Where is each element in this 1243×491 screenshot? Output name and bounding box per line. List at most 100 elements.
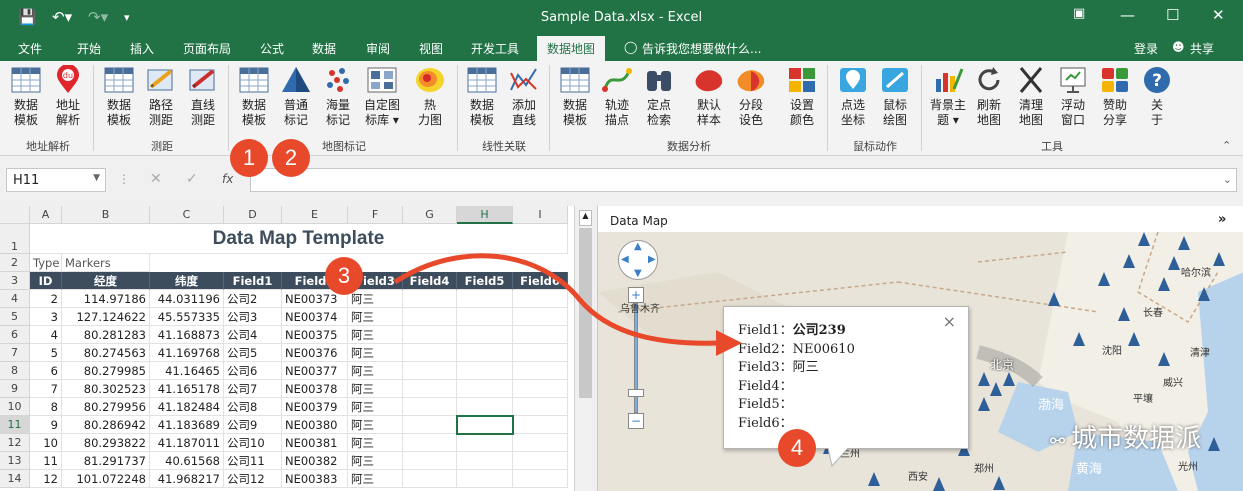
col-header[interactable]: C	[150, 206, 224, 224]
enter-icon[interactable]: ✓	[186, 171, 198, 187]
address-parse-button[interactable]: du 地址 解析	[48, 65, 88, 128]
pan-down-icon[interactable]: ▼	[634, 268, 642, 279]
table-cell[interactable]: 41.182484	[150, 398, 224, 416]
pan-right-icon[interactable]: ▶	[648, 254, 656, 265]
table-header-cell[interactable]: Field4	[403, 272, 457, 290]
map-marker[interactable]	[933, 477, 945, 491]
chevron-down-icon[interactable]: ▼	[93, 173, 100, 183]
table-cell[interactable]	[457, 434, 513, 452]
default-sample-button[interactable]: 默认 样本	[689, 65, 729, 128]
table-cell[interactable]	[513, 290, 568, 308]
table-cell[interactable]: NE00381	[282, 434, 348, 452]
tab-file[interactable]: 文件	[18, 40, 42, 57]
table-cell[interactable]	[403, 416, 457, 434]
tab-data-map[interactable]: 数据地图	[537, 36, 606, 61]
table-cell[interactable]: 11	[30, 452, 62, 470]
table-cell[interactable]	[513, 470, 568, 488]
pan-left-icon[interactable]: ◀	[621, 254, 629, 265]
table-cell[interactable]: 80.274563	[62, 344, 150, 362]
table-cell[interactable]: 9	[30, 416, 62, 434]
tab-insert[interactable]: 插入	[130, 40, 154, 57]
table-cell[interactable]: 81.291737	[62, 452, 150, 470]
table-cell[interactable]	[403, 434, 457, 452]
table-cell[interactable]: 3	[30, 308, 62, 326]
template-title[interactable]: Data Map Template	[30, 224, 568, 254]
ribbon-display-icon[interactable]: ▣	[1073, 6, 1085, 21]
type-label-cell[interactable]: Type	[30, 254, 62, 272]
analysis-data-template-button[interactable]: 数据 模板	[555, 65, 595, 128]
line-data-template-button[interactable]: 数据 模板	[462, 65, 502, 128]
table-cell[interactable]	[513, 326, 568, 344]
table-cell[interactable]	[513, 398, 568, 416]
table-cell[interactable]: 41.16465	[150, 362, 224, 380]
table-cell[interactable]: NE00380	[282, 416, 348, 434]
table-cell[interactable]: 80.302523	[62, 380, 150, 398]
custom-icon-library-button[interactable]: 自定图 标库 ▾	[360, 65, 404, 128]
table-cell[interactable]: 阿三	[348, 290, 403, 308]
clear-map-button[interactable]: 清理 地图	[1011, 65, 1051, 128]
line-measure-button[interactable]: 直线 测距	[183, 65, 223, 128]
table-cell[interactable]: NE00376	[282, 344, 348, 362]
row-header[interactable]: 7	[0, 344, 30, 362]
zoom-out-button[interactable]: −	[628, 413, 644, 429]
table-header-cell[interactable]: 经度	[62, 272, 150, 290]
row-header[interactable]: 6	[0, 326, 30, 344]
map-marker[interactable]	[1098, 272, 1110, 286]
scroll-up-icon[interactable]: ▲	[579, 210, 592, 226]
table-cell[interactable]: 公司6	[224, 362, 282, 380]
table-cell[interactable]: 阿三	[348, 416, 403, 434]
popup-close-icon[interactable]: ×	[943, 312, 956, 332]
table-header-cell[interactable]: 纬度	[150, 272, 224, 290]
table-cell[interactable]: 阿三	[348, 434, 403, 452]
share-button[interactable]: 共享	[1190, 40, 1214, 57]
map-marker[interactable]	[1128, 332, 1140, 346]
map-marker[interactable]	[1118, 307, 1130, 321]
table-cell[interactable]	[457, 290, 513, 308]
row-header[interactable]: 8	[0, 362, 30, 380]
minimize-button[interactable]: —	[1120, 6, 1135, 24]
float-window-button[interactable]: 浮动 窗口	[1053, 65, 1093, 128]
table-cell[interactable]	[403, 452, 457, 470]
col-header[interactable]: A	[30, 206, 62, 224]
table-cell[interactable]: 80.286942	[62, 416, 150, 434]
table-cell[interactable]	[403, 470, 457, 488]
table-cell[interactable]: 公司8	[224, 398, 282, 416]
path-measure-button[interactable]: 路径 测距	[141, 65, 181, 128]
tab-home[interactable]: 开始	[77, 40, 101, 57]
add-line-button[interactable]: 添加 直线	[504, 65, 544, 128]
collapse-ribbon-icon[interactable]: ⌃	[1222, 139, 1231, 152]
maximize-button[interactable]: ☐	[1166, 6, 1179, 24]
table-cell[interactable]	[457, 308, 513, 326]
table-header-cell[interactable]: ID	[30, 272, 62, 290]
table-cell[interactable]: 127.124622	[62, 308, 150, 326]
normal-marker-button[interactable]: 普通 标记	[276, 65, 316, 128]
mass-marker-button[interactable]: 海量 标记	[318, 65, 358, 128]
row-header[interactable]: 10	[0, 398, 30, 416]
table-cell[interactable]: 80.279985	[62, 362, 150, 380]
table-cell[interactable]: 41.968217	[150, 470, 224, 488]
name-box[interactable]: H11 ▼	[6, 168, 106, 192]
table-cell[interactable]	[457, 398, 513, 416]
map-marker[interactable]	[1073, 332, 1085, 346]
table-cell[interactable]: 114.97186	[62, 290, 150, 308]
mouse-draw-button[interactable]: 鼠标 绘图	[875, 65, 915, 128]
pick-coordinate-button[interactable]: 点选 坐标	[833, 65, 873, 128]
col-header[interactable]: B	[62, 206, 150, 224]
table-cell[interactable]: 80.293822	[62, 434, 150, 452]
table-cell[interactable]: 12	[30, 470, 62, 488]
table-cell[interactable]: NE00375	[282, 326, 348, 344]
panel-expand-icon[interactable]: »	[1218, 212, 1226, 227]
table-cell[interactable]: NE00374	[282, 308, 348, 326]
table-cell[interactable]: 4	[30, 326, 62, 344]
map-marker[interactable]	[993, 476, 1005, 490]
tab-view[interactable]: 视图	[419, 40, 443, 57]
table-cell[interactable]: NE00377	[282, 362, 348, 380]
pane-splitter[interactable]: ▲	[574, 206, 597, 491]
table-cell[interactable]: NE00378	[282, 380, 348, 398]
refresh-map-button[interactable]: 刷新 地图	[969, 65, 1009, 128]
row-header[interactable]: 1	[0, 224, 30, 254]
table-cell[interactable]: 8	[30, 398, 62, 416]
table-cell[interactable]: 5	[30, 344, 62, 362]
table-cell[interactable]	[513, 416, 568, 434]
insert-function-icon[interactable]: fx	[222, 172, 233, 186]
